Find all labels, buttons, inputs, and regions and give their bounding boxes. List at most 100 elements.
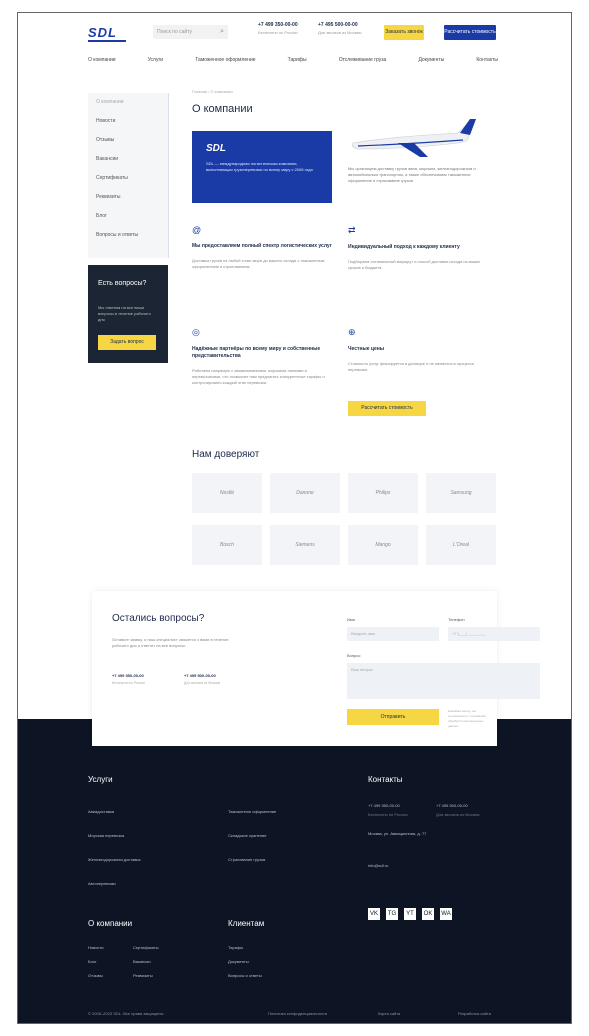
question-subtitle: Мы ответим на все ваши вопросы в течение… (98, 305, 151, 322)
nav-item[interactable]: О компании (88, 57, 116, 63)
footer-link[interactable]: Страхование грузов (228, 857, 265, 862)
nav-item[interactable]: Документы (418, 57, 444, 63)
partner-logo: Nestlé (192, 473, 262, 513)
nav-item[interactable]: Тарифы (288, 57, 307, 63)
partner-logo: Samsung (426, 473, 496, 513)
footer-link[interactable]: Железнодорожная доставка (88, 857, 141, 862)
footer-phone[interactable]: +7 495 500-00-00 (436, 803, 468, 808)
footer-link[interactable]: Сертификаты (133, 945, 159, 950)
calc-button[interactable]: Рассчитать стоимость (444, 25, 496, 40)
footer-phone[interactable]: +7 499 350-00-00 (368, 803, 400, 808)
footer-link[interactable]: Морская перевозка (88, 833, 124, 838)
footer-link[interactable]: Отзывы (88, 973, 103, 978)
question-box: Есть вопросы? Мы ответим на все ваши воп… (88, 265, 168, 363)
sidebar-item[interactable]: Реквизиты (88, 188, 168, 207)
breadcrumb[interactable]: Главная / О компании (192, 89, 233, 94)
footer-phone-caption: Бесплатно по России (368, 812, 408, 817)
about-card: SDL SDL — международная логистическая ко… (192, 131, 332, 203)
feature-text: Подбираем оптимальный маршрут и способ д… (348, 259, 481, 270)
phone-number: +7 499 350-00-00 (112, 673, 144, 678)
logo[interactable]: SDL (88, 25, 126, 42)
copyright: © 2008–2023 SDL. Все права защищены. (88, 1011, 165, 1016)
telegram-icon[interactable]: TG (386, 908, 398, 920)
target-icon: ◎ (192, 327, 200, 337)
footer-email[interactable]: info@sdl.ru (368, 863, 388, 868)
nav-item[interactable]: Услуги (148, 57, 163, 63)
footer-link[interactable]: Вопросы и ответы (228, 973, 262, 978)
card-text: SDL — международная логистическая компан… (206, 161, 313, 172)
message-label: Вопрос (347, 653, 361, 658)
form-phone-1[interactable]: +7 499 350-00-00 Бесплатно по России (112, 673, 145, 685)
footer-link[interactable]: Вакансии (133, 959, 151, 964)
feature-title: Мы предоставляем полный спектр логистиче… (192, 243, 332, 249)
feature-title: Честные цены (348, 346, 385, 352)
search-input[interactable]: Поиск по сайту ⌕ (153, 25, 228, 39)
footer-contacts-title: Контакты (368, 775, 403, 784)
partners-grid: Nestlé Danone Philips Samsung Bosch Siem… (192, 473, 497, 565)
search-placeholder: Поиск по сайту (157, 29, 193, 35)
footer-link[interactable]: Блог (88, 959, 97, 964)
nav-item[interactable]: Контакты (476, 57, 498, 63)
main-nav: О компании Услуги Таможенное оформление … (88, 57, 498, 63)
footer-link[interactable]: Таможенное оформление (228, 809, 276, 814)
sidebar-item[interactable]: Блог (88, 207, 168, 226)
ok-icon[interactable]: OK (422, 908, 434, 920)
phone-caption: Для звонков из Москвы (318, 30, 362, 35)
feature-text: Стоимость услуг фиксируется в договоре и… (348, 361, 475, 372)
footer-clients-title: Клиентам (228, 919, 265, 928)
sidebar-item[interactable]: Новости (88, 112, 168, 131)
developer-link[interactable]: Разработка сайта (458, 1011, 491, 1016)
sidebar-item[interactable]: Вакансии (88, 150, 168, 169)
nav-item[interactable]: Таможенное оформление (195, 57, 255, 63)
footer-link[interactable]: Новости (88, 945, 103, 950)
card-logo: SDL (206, 143, 226, 154)
footer-company-title: О компании (88, 919, 133, 928)
phone-field[interactable]: +7 (___) ___-__-__ (448, 627, 540, 641)
sidebar-item[interactable]: Вопросы и ответы (88, 226, 168, 245)
footer-link[interactable]: Автоперевозки (88, 881, 116, 886)
header-phone-2[interactable]: +7 495 500-00-00 Для звонков из Москвы (318, 22, 361, 35)
footer-services-title: Услуги (88, 775, 113, 784)
phone-number: +7 495 500-00-00 (318, 22, 358, 28)
partner-logo: Bosch (192, 525, 262, 565)
feature: ⊕ Честные цены Стоимость услуг фиксирует… (348, 327, 488, 373)
sidebar-item[interactable]: О компании (88, 93, 168, 112)
question-title: Есть вопросы? (98, 280, 147, 287)
whatsapp-icon[interactable]: WA (440, 908, 452, 920)
footer-link[interactable]: Складское хранение (228, 833, 266, 838)
message-field[interactable]: Ваш вопрос (347, 663, 540, 699)
contact-form: Остались вопросы? Оставьте заявку, и наш… (92, 591, 540, 746)
form-text: Оставьте заявку, и наш специалист свяжет… (112, 637, 229, 648)
agree-text: Нажимая кнопку, вы соглашаетесь с услови… (448, 709, 486, 728)
vk-icon[interactable]: VK (368, 908, 380, 920)
footer-link[interactable]: Авиадоставка (88, 809, 114, 814)
submit-button[interactable]: Отправить (347, 709, 439, 725)
phone-number: +7 495 500-00-00 (184, 673, 216, 678)
call-button[interactable]: Заказать звонок (384, 25, 424, 40)
partner-logo: Philips (348, 473, 418, 513)
partner-logo: L'Oreal (426, 525, 496, 565)
policy-link[interactable]: Политика конфиденциальности (268, 1011, 327, 1016)
footer-link[interactable]: Документы (228, 959, 249, 964)
intro-text: Мы организуем доставку грузов авиа, морс… (348, 166, 476, 183)
header-phone-1[interactable]: +7 499 350-00-00 Бесплатно по России (258, 22, 298, 35)
footer-link[interactable]: Тарифы (228, 945, 243, 950)
feature: @ Мы предоставляем полный спектр логисти… (192, 225, 332, 270)
feature-title: Надёжные партнёры по всему миру и собств… (192, 346, 321, 359)
form-phone-2[interactable]: +7 495 500-00-00 Для звонков из Москвы (184, 673, 220, 685)
footer-link[interactable]: Реквизиты (133, 973, 153, 978)
form-title: Остались вопросы? (112, 613, 205, 624)
sitemap-link[interactable]: Карта сайта (378, 1011, 400, 1016)
youtube-icon[interactable]: YT (404, 908, 416, 920)
sidebar-item[interactable]: Сертификаты (88, 169, 168, 188)
header: SDL Поиск по сайту ⌕ +7 499 350-00-00 Бе… (18, 13, 571, 83)
partner-logo: Siemens (270, 525, 340, 565)
nav-item[interactable]: Отслеживание груза (339, 57, 387, 63)
phone-label: Телефон (448, 617, 465, 622)
search-icon[interactable]: ⌕ (220, 25, 224, 39)
page-title: О компании (192, 103, 253, 115)
ask-question-button[interactable]: Задать вопрос (98, 335, 156, 350)
sidebar-item[interactable]: Отзывы (88, 131, 168, 150)
calculate-button[interactable]: Рассчитать стоимость (348, 401, 426, 416)
name-field[interactable]: Введите имя (347, 627, 439, 641)
